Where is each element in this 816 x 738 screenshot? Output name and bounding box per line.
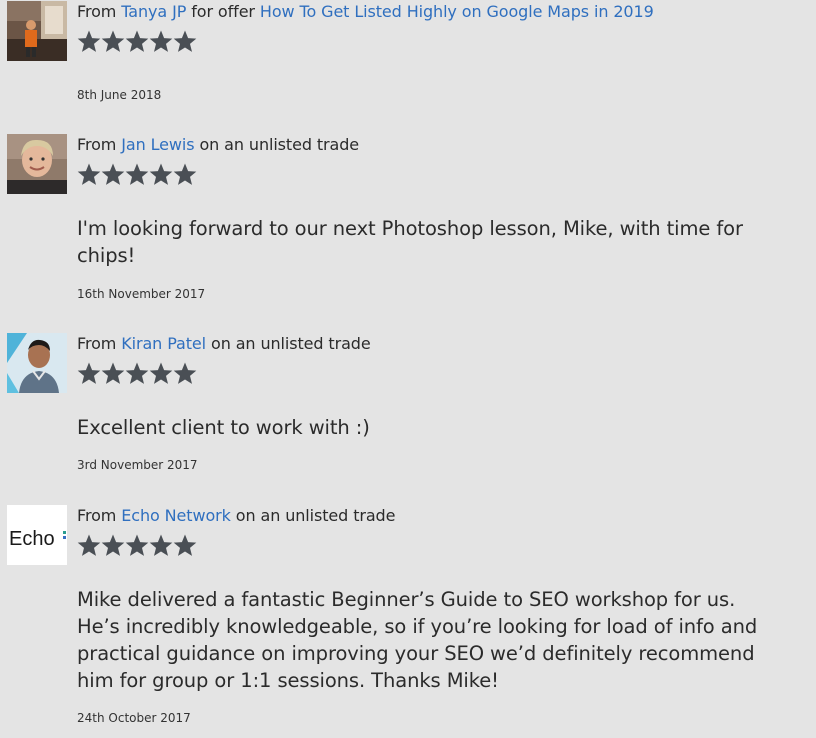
star-icon [149,30,173,52]
star-icon [149,362,173,384]
star-rating [77,30,197,58]
star-icon [149,534,173,556]
review-item: Echo From Echo Network on an unlisted tr… [7,505,797,735]
star-icon [173,362,197,384]
reviewer-avatar[interactable] [7,1,67,61]
review-text: Mike delivered a fantastic Beginner’s Gu… [77,588,758,692]
review-date: 3rd November 2017 [77,458,198,472]
review-text: Excellent client to work with :) [77,416,370,439]
star-icon [77,534,101,556]
star-icon [125,534,149,556]
star-icon [101,534,125,556]
from-label: From [77,334,117,353]
from-label: From [77,135,117,154]
review-date: 8th June 2018 [77,88,162,102]
star-icon [77,362,101,384]
star-icon [77,163,101,185]
from-label: From [77,2,117,21]
review-date: 24th October 2017 [77,711,191,725]
star-icon [101,362,125,384]
star-rating [77,534,197,562]
review-from-line: From Kiran Patel on an unlisted trade [77,333,787,355]
connector-text: for offer [191,2,255,21]
from-label: From [77,506,117,525]
author-link[interactable]: Kiran Patel [121,334,206,353]
review-from-line: From Jan Lewis on an unlisted trade [77,134,787,156]
star-rating [77,163,197,191]
connector-text: on an unlisted trade [199,135,360,154]
author-link[interactable]: Jan Lewis [121,135,194,154]
star-rating [77,362,197,390]
star-icon [173,30,197,52]
review-text: I'm looking forward to our next Photosho… [77,217,743,267]
star-icon [101,163,125,185]
star-icon [101,30,125,52]
star-icon [125,163,149,185]
star-icon [149,163,173,185]
star-icon [173,534,197,556]
review-item: From Tanya JP for offer How To Get Liste… [7,1,797,111]
review-item: From Jan Lewis on an unlisted trade I'm … [7,134,797,304]
review-item: From Kiran Patel on an unlisted trade Ex… [7,333,797,478]
star-icon [173,163,197,185]
offer-link[interactable]: How To Get Listed Highly on Google Maps … [260,2,654,21]
star-icon [125,30,149,52]
author-link[interactable]: Tanya JP [121,2,186,21]
reviewer-avatar[interactable]: Echo [7,505,67,565]
echo-logo-icon: Echo [7,505,67,565]
star-icon [125,362,149,384]
reviewer-avatar[interactable] [7,134,67,194]
connector-text: on an unlisted trade [211,334,371,353]
echo-logo-text: Echo [9,528,55,550]
star-icon [77,30,101,52]
review-from-line: From Echo Network on an unlisted trade [77,505,787,527]
author-link[interactable]: Echo Network [121,506,231,525]
connector-text: on an unlisted trade [235,506,396,525]
review-date: 16th November 2017 [77,287,206,301]
reviewer-avatar[interactable] [7,333,67,393]
review-from-line: From Tanya JP for offer How To Get Liste… [77,1,787,23]
